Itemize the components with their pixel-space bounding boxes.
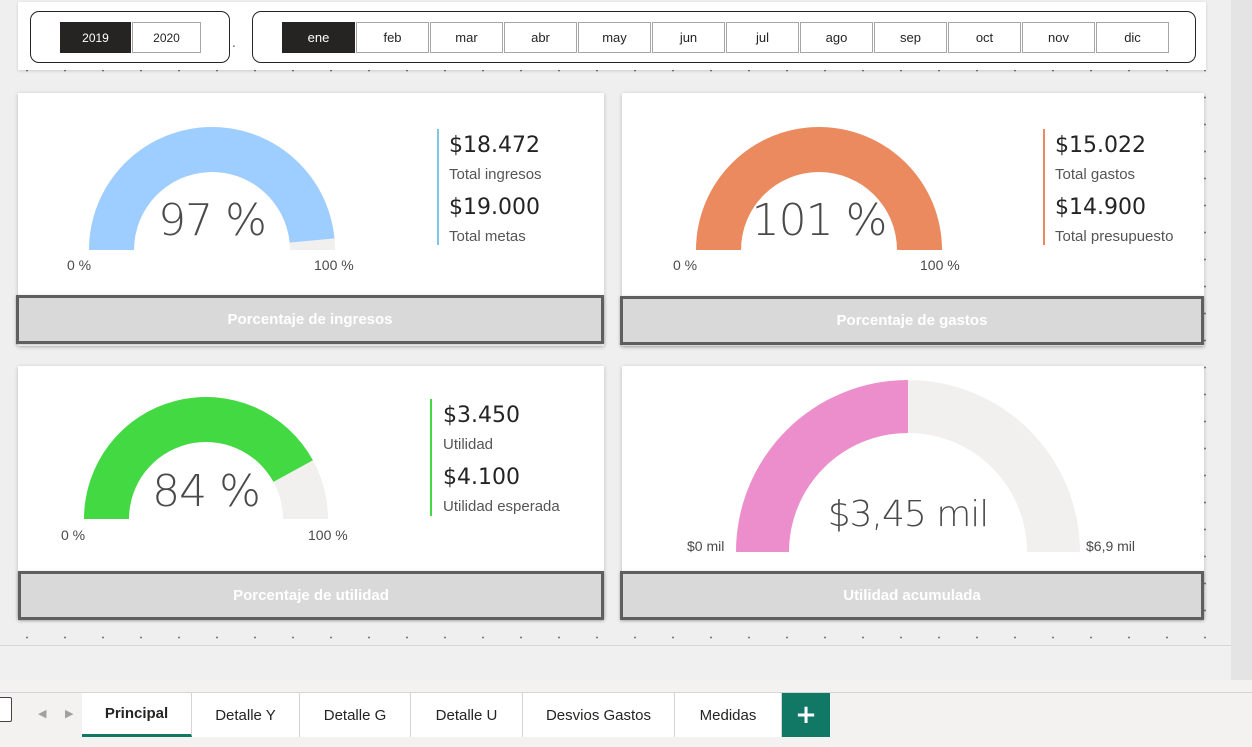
year-slicer: 2019 2020 <box>30 11 230 63</box>
tab-detalle-g[interactable]: Detalle G <box>300 693 411 737</box>
canvas-edge <box>1231 0 1252 680</box>
ingresos-kpi-accent <box>437 129 439 245</box>
utilidad-esperada-value: $4.100 <box>443 465 520 490</box>
metas-total-label: Total metas <box>449 228 526 245</box>
gastos-percent: 101 % <box>751 195 888 246</box>
metas-total-value: $19.000 <box>449 195 540 220</box>
tab-scroll-right-icon[interactable]: ▶ <box>65 707 73 720</box>
month-chip-dic[interactable]: dic <box>1096 22 1169 53</box>
utilidad-label: Utilidad <box>443 436 494 453</box>
ingresos-axis-min: 0 % <box>67 257 92 273</box>
month-chip-jun[interactable]: jun <box>652 22 725 53</box>
separator-dot: . <box>232 36 236 50</box>
tab-principal[interactable]: Principal <box>82 693 192 737</box>
gastos-total-label: Total gastos <box>1055 166 1136 183</box>
ingresos-total-label: Total ingresos <box>449 166 542 183</box>
acumulada-axis-max: $6,9 mil <box>1086 538 1136 554</box>
tab-detalle-u[interactable]: Detalle U <box>411 693 523 737</box>
tab-desvios-gastos[interactable]: Desvios Gastos <box>523 693 675 737</box>
year-chip-2020[interactable]: 2020 <box>132 22 201 53</box>
month-chip-feb[interactable]: feb <box>356 22 429 53</box>
presupuesto-total-value: $14.900 <box>1055 195 1146 220</box>
ingresos-total-value: $18.472 <box>449 133 540 158</box>
add-page-button[interactable]: + <box>782 693 830 737</box>
pages-icon[interactable] <box>0 697 12 722</box>
month-chip-abr[interactable]: abr <box>504 22 577 53</box>
ingresos-percent: 97 % <box>158 195 267 246</box>
tab-medidas[interactable]: Medidas <box>675 693 782 737</box>
acumulada-title-button[interactable]: Utilidad acumulada <box>620 571 1204 620</box>
ingresos-title-button[interactable]: Porcentaje de ingresos <box>16 295 604 344</box>
month-slicer: ene feb mar abr may jun jul ago sep oct … <box>252 11 1196 63</box>
month-chip-jul[interactable]: jul <box>726 22 799 53</box>
month-chip-may[interactable]: may <box>578 22 651 53</box>
utilidad-axis-max: 100 % <box>308 527 348 543</box>
gastos-axis-min: 0 % <box>673 257 698 273</box>
slicer-card: 2019 2020 . ene feb mar abr may jun jul … <box>18 2 1206 70</box>
month-chip-oct[interactable]: oct <box>948 22 1021 53</box>
month-chip-mar[interactable]: mar <box>430 22 503 53</box>
month-chip-nov[interactable]: nov <box>1022 22 1095 53</box>
gastos-title-button[interactable]: Porcentaje de gastos <box>620 296 1204 345</box>
canvas-bottom-area <box>0 645 1231 680</box>
acumulada-value: $3,45 mil <box>827 494 990 535</box>
utilidad-axis-min: 0 % <box>61 527 86 543</box>
utilidad-value: $3.450 <box>443 403 520 428</box>
gastos-kpi-accent <box>1043 129 1045 245</box>
tab-detalle-y[interactable]: Detalle Y <box>192 693 300 737</box>
utilidad-kpi-accent <box>430 399 432 516</box>
tab-scroll-left-icon[interactable]: ◀ <box>38 707 46 720</box>
utilidad-title-button[interactable]: Porcentaje de utilidad <box>18 571 604 620</box>
month-chip-sep[interactable]: sep <box>874 22 947 53</box>
utilidad-percent: 84 % <box>152 466 261 517</box>
month-chip-ene[interactable]: ene <box>282 22 355 53</box>
year-chip-2019[interactable]: 2019 <box>60 22 131 53</box>
presupuesto-total-label: Total presupuesto <box>1055 228 1174 245</box>
month-chip-ago[interactable]: ago <box>800 22 873 53</box>
ingresos-axis-max: 100 % <box>314 257 354 273</box>
gastos-axis-max: 100 % <box>920 257 960 273</box>
acumulada-axis-min: $0 mil <box>687 538 725 554</box>
gastos-total-value: $15.022 <box>1055 133 1146 158</box>
utilidad-esperada-label: Utilidad esperada <box>443 498 560 515</box>
